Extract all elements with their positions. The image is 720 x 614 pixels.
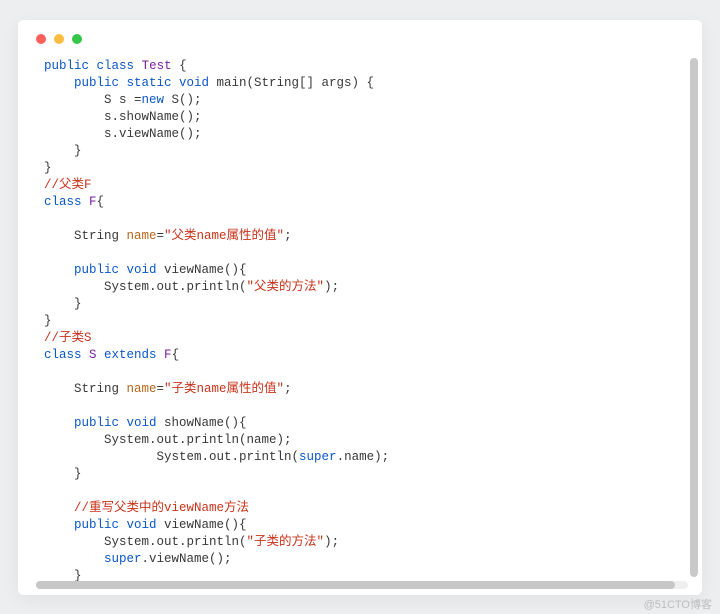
- code-viewport: public class Test { public static void m…: [36, 58, 692, 583]
- text: }: [44, 297, 82, 311]
- vertical-scrollbar[interactable]: [690, 58, 698, 577]
- text: .name);: [337, 450, 390, 464]
- maximize-icon[interactable]: [72, 34, 82, 44]
- text: );: [324, 280, 339, 294]
- comment: //父类F: [44, 178, 92, 192]
- identifier: name: [127, 229, 157, 243]
- keyword: super: [104, 552, 142, 566]
- keyword: class: [97, 59, 135, 73]
- text: {: [172, 59, 187, 73]
- text: .viewName();: [142, 552, 232, 566]
- text: [44, 552, 104, 566]
- text: );: [324, 535, 339, 549]
- text: System.out.println(: [44, 280, 247, 294]
- class-name: F: [82, 195, 97, 209]
- identifier: name: [127, 382, 157, 396]
- keyword: class: [44, 195, 82, 209]
- string: "子类的方法": [247, 535, 325, 549]
- text: ;: [284, 382, 292, 396]
- text: main(String[] args) {: [209, 76, 374, 90]
- text: ;: [284, 229, 292, 243]
- string: "父类name属性的值": [164, 229, 284, 243]
- watermark: @51CTO博客: [644, 596, 712, 612]
- text: {: [172, 348, 180, 362]
- keyword: public void: [44, 518, 157, 532]
- keyword: class: [44, 348, 82, 362]
- vertical-scrollbar-thumb[interactable]: [690, 58, 698, 577]
- text: {: [97, 195, 105, 209]
- class-name: S: [82, 348, 105, 362]
- text: viewName(){: [157, 518, 247, 532]
- text: s.viewName();: [44, 127, 202, 141]
- string: "父类的方法": [247, 280, 325, 294]
- text: viewName(){: [157, 263, 247, 277]
- window-controls: [18, 20, 702, 44]
- text: =: [157, 382, 165, 396]
- text: S s =: [44, 93, 142, 107]
- minimize-icon[interactable]: [54, 34, 64, 44]
- text: S();: [164, 93, 202, 107]
- keyword: public void: [44, 416, 157, 430]
- text: }: [44, 314, 52, 328]
- class-name: F: [157, 348, 172, 362]
- keyword: new: [142, 93, 165, 107]
- comment: //子类S: [44, 331, 92, 345]
- horizontal-scrollbar[interactable]: [36, 581, 688, 589]
- horizontal-scrollbar-thumb[interactable]: [36, 581, 675, 589]
- text: }: [44, 467, 82, 481]
- text: }: [44, 161, 52, 175]
- string: "子类name属性的值": [164, 382, 284, 396]
- class-name: Test: [142, 59, 172, 73]
- comment: //重写父类中的viewName方法: [44, 501, 249, 515]
- keyword: super: [299, 450, 337, 464]
- text: String: [44, 229, 127, 243]
- keyword: public static void: [44, 76, 209, 90]
- text: s.showName();: [44, 110, 202, 124]
- text: String: [44, 382, 127, 396]
- code-block: public class Test { public static void m…: [36, 58, 692, 583]
- keyword: extends: [104, 348, 157, 362]
- close-icon[interactable]: [36, 34, 46, 44]
- text: =: [157, 229, 165, 243]
- text: showName(){: [157, 416, 247, 430]
- text: System.out.println(name);: [44, 433, 292, 447]
- keyword: public void: [44, 263, 157, 277]
- code-card: public class Test { public static void m…: [18, 20, 702, 595]
- text: System.out.println(: [44, 535, 247, 549]
- text: }: [44, 144, 82, 158]
- keyword: public: [44, 59, 89, 73]
- text: System.out.println(: [44, 450, 299, 464]
